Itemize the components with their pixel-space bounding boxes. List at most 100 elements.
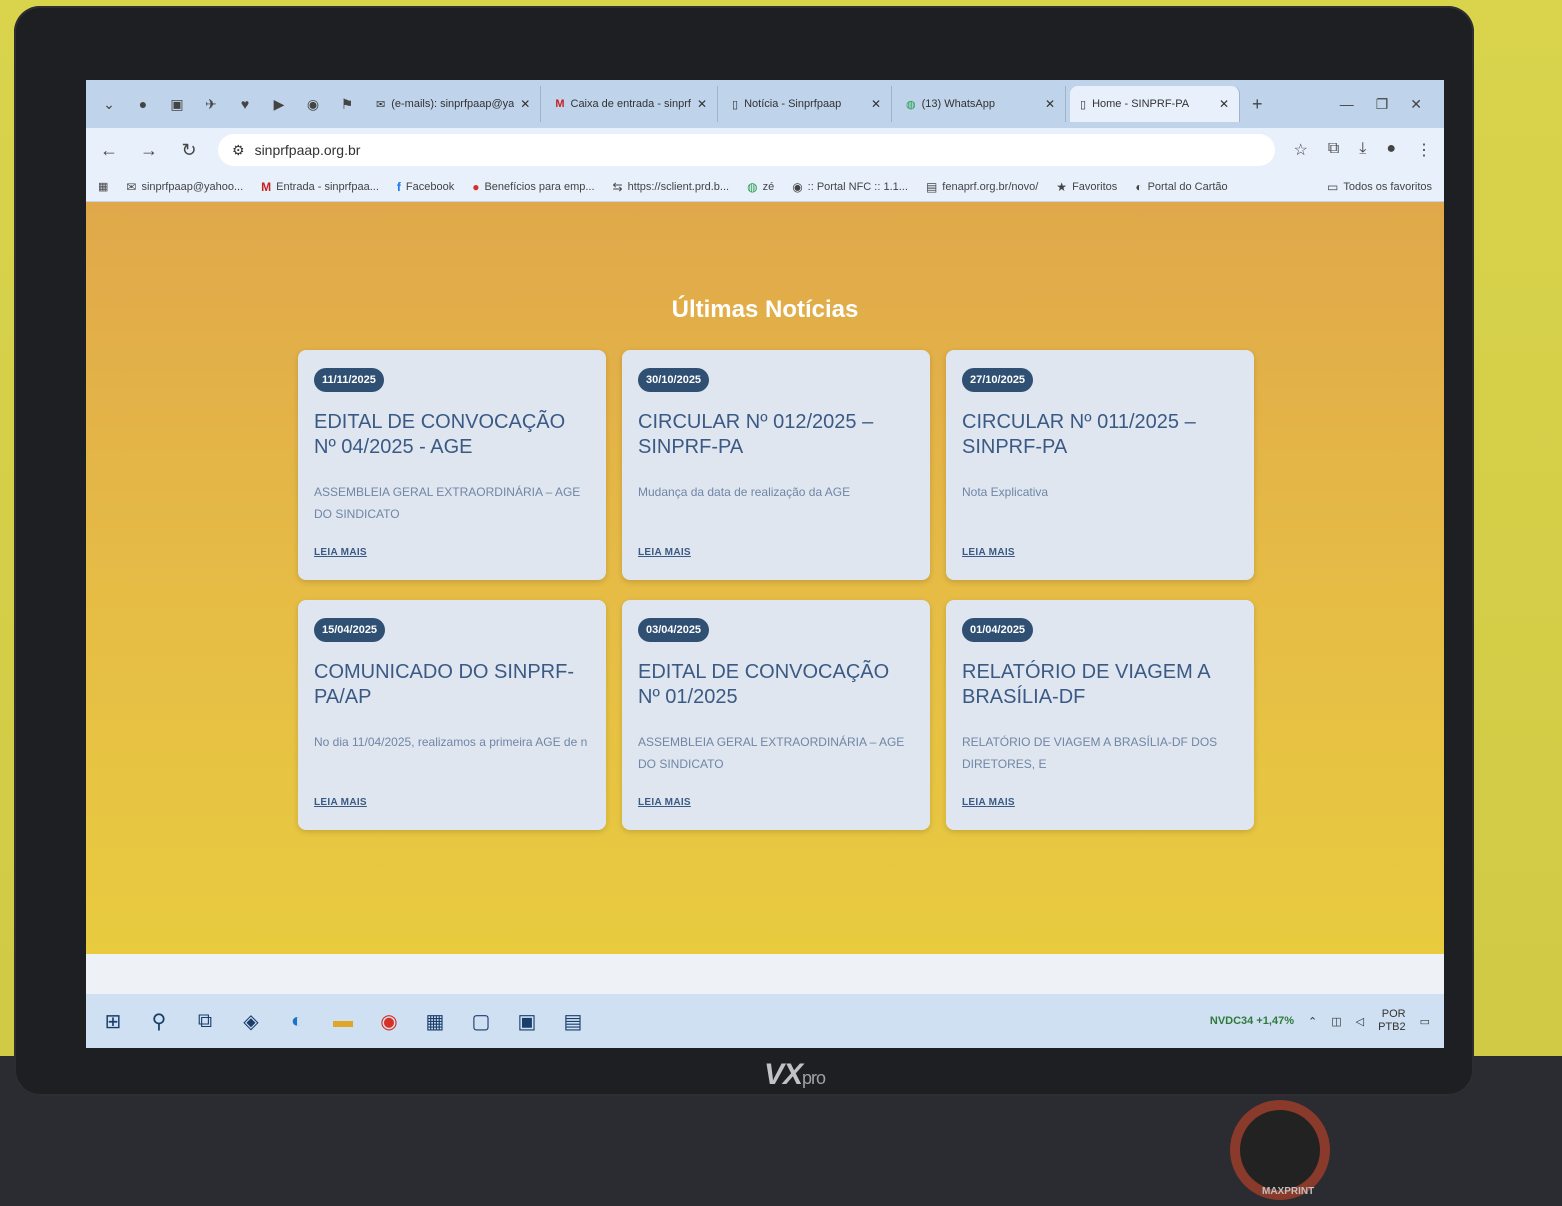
section-title: Últimas Notícias xyxy=(671,296,859,323)
bookmark-item[interactable]: ⇆ https://sclient.prd.b... xyxy=(613,180,730,194)
read-more-link[interactable]: LEIA MAIS xyxy=(962,547,1015,558)
close-window-icon[interactable]: ✕ xyxy=(1410,96,1422,113)
date-badge: 01/04/2025 xyxy=(962,618,1034,642)
read-more-link[interactable]: LEIA MAIS xyxy=(638,547,691,558)
browser-tab[interactable]: ◍ (13) WhatsApp ✕ xyxy=(896,86,1067,122)
site-info-icon[interactable]: ⚙ xyxy=(232,142,245,159)
system-tray: NVDC34 +1,47% ⌃ ◫ ◁ POR PTB2 ▭ xyxy=(1210,1008,1430,1034)
news-title[interactable]: CIRCULAR Nº 012/2025 – SINPRF-PA xyxy=(638,410,914,460)
close-icon[interactable]: ✕ xyxy=(1219,97,1229,111)
read-more-link[interactable]: LEIA MAIS xyxy=(314,547,367,558)
address-text: sinprfpaap.org.br xyxy=(254,142,361,158)
tab-label: Caixa de entrada - sinprf xyxy=(570,98,691,110)
news-card[interactable]: 15/04/2025 COMUNICADO DO SINPRF-PA/AP No… xyxy=(298,600,606,830)
bookmark-item[interactable]: ✉ sinprfpaap@yahoo... xyxy=(126,180,243,194)
windows-start-icon[interactable]: ⊞ xyxy=(100,1008,126,1034)
news-title[interactable]: COMUNICADO DO SINPRF-PA/AP xyxy=(314,660,590,710)
new-tab-icon[interactable]: + xyxy=(1244,94,1271,115)
stock-ticker[interactable]: NVDC34 +1,47% xyxy=(1210,1015,1294,1027)
edge-icon[interactable]: ◐ xyxy=(284,1008,310,1034)
brand-suffix: pro xyxy=(802,1068,826,1088)
close-icon[interactable]: ✕ xyxy=(520,97,530,111)
app-icon[interactable]: ◈ xyxy=(238,1008,264,1034)
close-icon[interactable]: ✕ xyxy=(871,97,881,111)
pinned-tab-icon[interactable]: ♥ xyxy=(230,89,260,119)
file-explorer-icon[interactable]: ▬ xyxy=(330,1008,356,1034)
date-badge: 11/11/2025 xyxy=(314,368,384,392)
bookmark-item[interactable]: ▤ fenaprf.org.br/novo/ xyxy=(926,180,1038,194)
browser-tab[interactable]: M Caixa de entrada - sinprf ✕ xyxy=(545,86,719,122)
profile-icon[interactable]: ● xyxy=(1386,140,1396,160)
tab-label: (13) WhatsApp xyxy=(921,98,995,110)
news-excerpt: ASSEMBLEIA GERAL EXTRAORDINÁRIA – AGE DO… xyxy=(638,735,905,771)
tray-chevron-icon[interactable]: ⌃ xyxy=(1308,1015,1317,1028)
task-view-icon[interactable]: ⧉ xyxy=(192,1008,218,1034)
volume-icon[interactable]: ◁ xyxy=(1356,1015,1364,1028)
chrome-icon[interactable]: ◉ xyxy=(376,1008,402,1034)
notifications-icon[interactable]: ▭ xyxy=(1420,1015,1430,1028)
date-badge: 15/04/2025 xyxy=(314,618,386,642)
news-title[interactable]: EDITAL DE CONVOCAÇÃO Nº 04/2025 - AGE xyxy=(314,410,590,460)
app-icon[interactable]: ▤ xyxy=(560,1008,586,1034)
tab-search-icon[interactable]: ⌄ xyxy=(94,89,124,119)
address-bar[interactable]: ⚙ sinprfpaap.org.br xyxy=(218,134,1276,166)
bookmark-label: https://sclient.prd.b... xyxy=(627,180,730,193)
news-card[interactable]: 27/10/2025 CIRCULAR Nº 011/2025 – SINPRF… xyxy=(946,350,1254,580)
news-excerpt: Mudança da data de realização da AGE xyxy=(638,485,851,499)
menu-icon[interactable]: ⋮ xyxy=(1416,140,1432,160)
monitor-frame: ⌄ ● ▣ ✈ ♥ ▶ ◉ ⚑ ✉ (e-mails): sinprfpaap@… xyxy=(14,6,1474,1096)
bookmark-item[interactable]: f Facebook xyxy=(397,180,454,194)
read-more-link[interactable]: LEIA MAIS xyxy=(314,797,367,808)
read-more-link[interactable]: LEIA MAIS xyxy=(962,797,1015,808)
toolbar-tools: ☆ ⧉ ⤓ ● ⋮ xyxy=(1293,140,1432,160)
forward-icon[interactable]: → xyxy=(138,140,160,161)
news-card[interactable]: 11/11/2025 EDITAL DE CONVOCAÇÃO Nº 04/20… xyxy=(298,350,606,580)
browser-tab[interactable]: ▯ Notícia - Sinprfpaap ✕ xyxy=(722,86,893,122)
pinned-tab-icon[interactable]: ▣ xyxy=(162,89,192,119)
bookmark-item[interactable]: ◍ zé xyxy=(747,180,774,194)
reload-icon[interactable]: ↻ xyxy=(178,140,200,161)
news-title[interactable]: CIRCULAR Nº 011/2025 – SINPRF-PA xyxy=(962,410,1238,460)
language-indicator[interactable]: POR PTB2 xyxy=(1378,1008,1406,1034)
maximize-icon[interactable]: ❐ xyxy=(1376,96,1389,113)
bookmark-item[interactable]: ★ Favoritos xyxy=(1056,180,1117,194)
close-icon[interactable]: ✕ xyxy=(1045,97,1055,111)
pinned-tab-icon[interactable]: ✈ xyxy=(196,89,226,119)
bookmark-item[interactable]: M Entrada - sinprfpaa... xyxy=(261,180,379,194)
pinned-tab-icon[interactable]: ⚑ xyxy=(332,89,362,119)
news-card[interactable]: 01/04/2025 RELATÓRIO DE VIAGEM A BRASÍLI… xyxy=(946,600,1254,830)
news-card[interactable]: 03/04/2025 EDITAL DE CONVOCAÇÃO Nº 01/20… xyxy=(622,600,930,830)
read-more-link[interactable]: LEIA MAIS xyxy=(638,797,691,808)
browser-tab[interactable]: ✉ (e-mails): sinprfpaap@ya ✕ xyxy=(366,86,542,122)
app-icon[interactable]: ▣ xyxy=(514,1008,540,1034)
bookmark-label: :: Portal NFC :: 1.1... xyxy=(807,180,908,193)
bookmark-item[interactable]: ◉:: Portal NFC :: 1.1... xyxy=(792,180,908,194)
all-bookmarks[interactable]: ▭ Todos os favoritos xyxy=(1327,180,1432,194)
bookmark-item[interactable]: ◐ Portal do Cartão xyxy=(1135,180,1227,194)
star-icon[interactable]: ☆ xyxy=(1293,140,1307,160)
bookmark-label: Favoritos xyxy=(1072,180,1118,193)
windows-taskbar: ⊞ ⚲ ⧉ ◈ ◐ ▬ ◉ ▦ ▢ ▣ ▤ NVDC34 +1,47% ⌃ ◫ … xyxy=(86,994,1444,1048)
close-icon[interactable]: ✕ xyxy=(697,97,707,111)
bookmark-label: Facebook xyxy=(405,180,455,193)
download-icon[interactable]: ⤓ xyxy=(1359,140,1366,160)
tab-label: (e-mails): sinprfpaap@ya xyxy=(391,98,515,110)
pinned-tab-icon[interactable]: ◉ xyxy=(298,89,328,119)
extensions-icon[interactable]: ⧉ xyxy=(1328,140,1339,160)
pinned-tab-icon[interactable]: ● xyxy=(128,89,158,119)
network-icon[interactable]: ◫ xyxy=(1331,1015,1341,1028)
gmail-icon: M xyxy=(261,179,272,194)
bookmark-label: Benefícios para emp... xyxy=(484,180,595,193)
youtube-icon[interactable]: ▶ xyxy=(264,89,294,119)
bookmark-item[interactable]: ● Benefícios para emp... xyxy=(472,180,594,194)
app-icon[interactable]: ▦ xyxy=(422,1008,448,1034)
news-title[interactable]: RELATÓRIO DE VIAGEM A BRASÍLIA-DF xyxy=(962,660,1238,710)
news-title[interactable]: EDITAL DE CONVOCAÇÃO Nº 01/2025 xyxy=(638,660,914,710)
browser-tab-active[interactable]: ▯ Home - SINPRF-PA ✕ xyxy=(1070,86,1241,122)
app-icon[interactable]: ▢ xyxy=(468,1008,494,1034)
minimize-icon[interactable]: — xyxy=(1340,96,1354,113)
search-icon[interactable]: ⚲ xyxy=(146,1008,172,1034)
apps-icon[interactable]: ▦ xyxy=(98,180,108,193)
news-card[interactable]: 30/10/2025 CIRCULAR Nº 012/2025 – SINPRF… xyxy=(622,350,930,580)
back-icon[interactable]: ← xyxy=(98,140,120,161)
